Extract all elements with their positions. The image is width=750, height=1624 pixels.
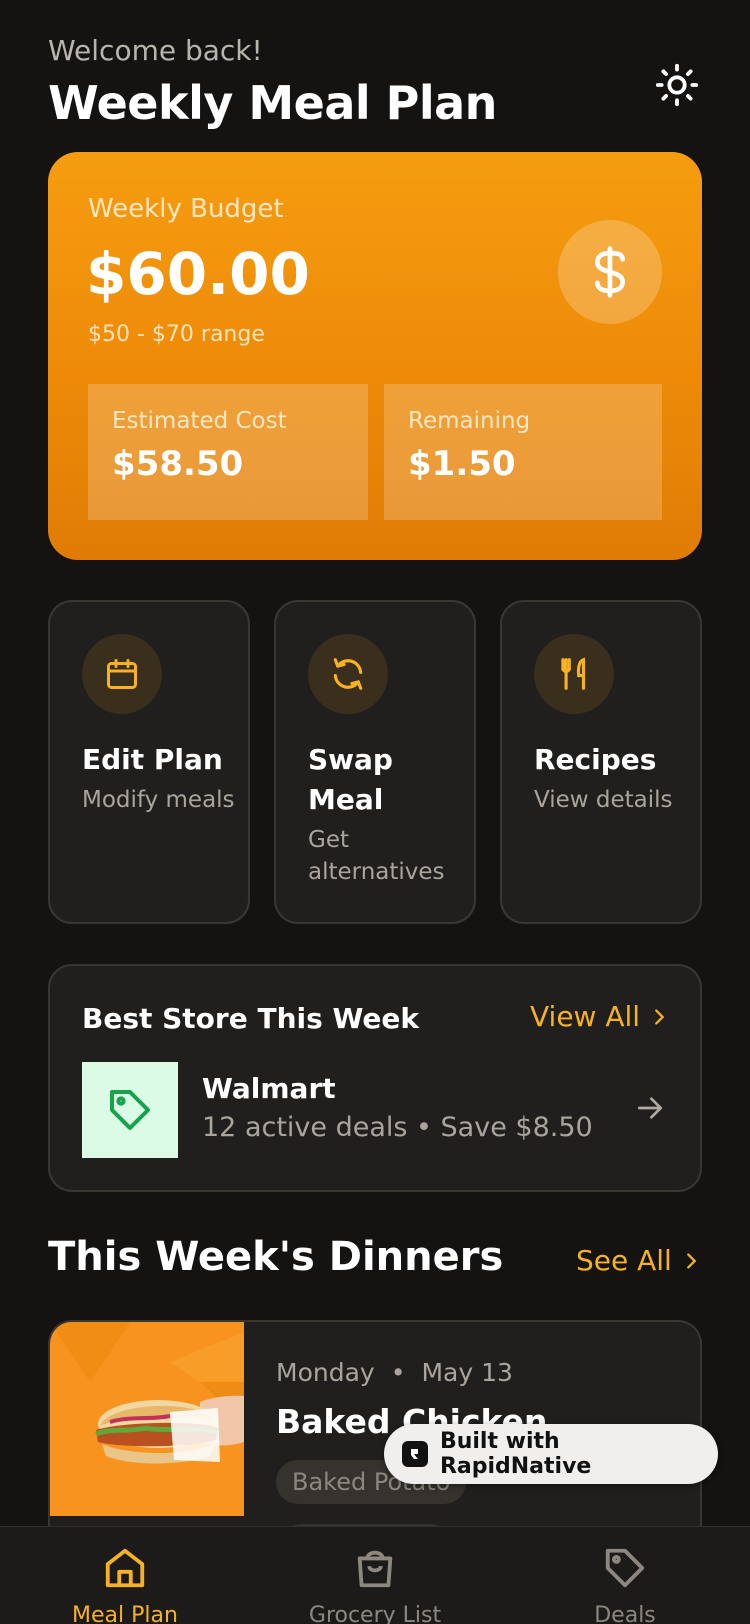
utensils-icon [534,634,614,714]
store-heading: Best Store This Week [82,1002,419,1035]
nav-label: Grocery List [308,1603,442,1624]
edit-plan-card[interactable]: Edit Plan Modify meals [48,600,250,924]
refresh-icon [308,634,388,714]
welcome-text: Welcome back! [48,34,263,67]
swap-meal-card[interactable]: Swap Meal Get alternatives [274,600,476,924]
action-subtitle: Get alternatives [308,827,445,885]
see-all-link[interactable]: See All [576,1244,702,1277]
dinner-date-value: May 13 [421,1358,513,1387]
tag-icon [605,1548,645,1588]
dinner-image [50,1322,244,1516]
dollar-icon [558,220,662,324]
action-title: Recipes [534,743,657,776]
estimated-cost-value: $58.50 [112,444,244,484]
page-title: Weekly Meal Plan [48,76,497,130]
nav-item-meal-plan[interactable]: Meal Plan [25,1527,225,1624]
chevron-right-icon [655,1008,665,1025]
rapidnative-logo-icon [402,1441,428,1467]
budget-range: $50 - $70 range [88,322,265,347]
recipes-card[interactable]: Recipes View details [500,600,702,924]
remaining-value: $1.50 [408,444,516,484]
nav-item-grocery-list[interactable]: Grocery List [275,1527,475,1624]
remaining-label: Remaining [408,408,531,434]
calendar-icon [82,634,162,714]
theme-toggle-button[interactable] [652,60,702,110]
nav-label: Meal Plan [72,1603,178,1624]
weekly-budget-card: Weekly Budget $60.00 $50 - $70 range Est… [48,152,702,560]
budget-amount: $60.00 [86,240,310,308]
sun-icon [655,63,699,107]
action-title: Swap Meal [308,743,393,816]
separator-dot: • [390,1358,406,1387]
badge-text: Built with RapidNative [439,1429,592,1479]
remaining-box: Remaining $1.50 [384,384,662,520]
built-with-badge[interactable]: Built with RapidNative [384,1424,718,1484]
action-title: Edit Plan [82,743,223,776]
view-all-link[interactable]: View All [530,1000,670,1033]
bottom-navigation: Meal Plan Grocery List Deals [0,1526,750,1624]
tag-icon [110,1090,150,1130]
nav-item-deals[interactable]: Deals [525,1527,725,1624]
action-subtitle: Modify meals [82,787,235,813]
estimated-cost-box: Estimated Cost $58.50 [88,384,368,520]
chevron-right-icon [686,1252,697,1269]
see-all-label: See All [576,1244,672,1277]
action-subtitle: View details [534,787,673,813]
dinner-date: Monday • May 13 [276,1358,513,1387]
store-logo [82,1062,178,1158]
best-store-card: Best Store This Week View All Walmart 12… [48,964,702,1192]
view-all-label: View All [530,1000,641,1033]
nav-label: Deals [594,1603,656,1624]
dinners-section-title: This Week's Dinners [48,1234,504,1280]
estimated-cost-label: Estimated Cost [112,408,287,434]
dinner-day: Monday [276,1358,375,1387]
arrow-right-icon [638,1097,662,1119]
home-icon [105,1548,145,1588]
store-name: Walmart [202,1072,336,1105]
shopping-bag-icon [357,1550,393,1588]
budget-label: Weekly Budget [88,194,284,224]
store-open-button[interactable] [634,1092,666,1128]
store-meta: 12 active deals • Save $8.50 [202,1112,593,1143]
